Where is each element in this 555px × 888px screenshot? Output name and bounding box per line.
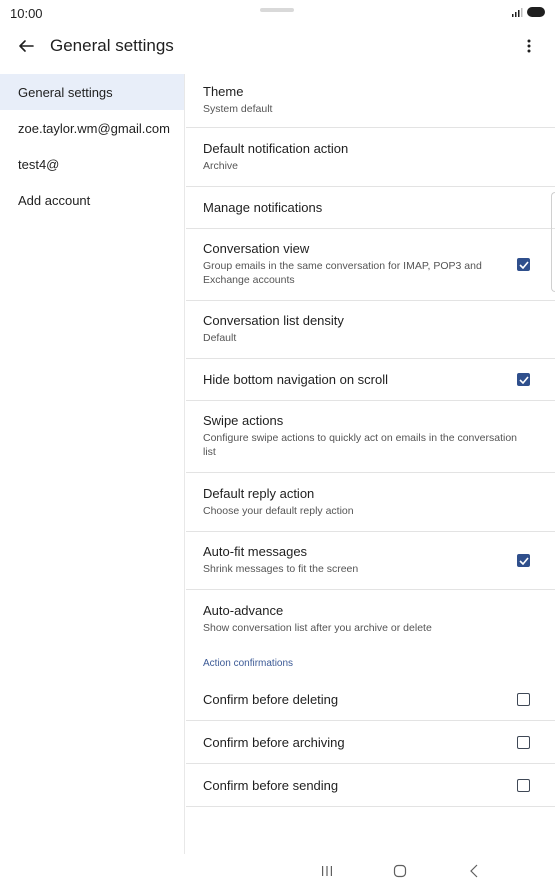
setting-confirm-before-deleting[interactable]: Confirm before deleting: [186, 678, 555, 721]
setting-conversation-view[interactable]: Conversation view Group emails in the sa…: [186, 229, 555, 301]
setting-confirm-before-archiving[interactable]: Confirm before archiving: [186, 721, 555, 764]
setting-subtitle: System default: [203, 103, 273, 116]
conversation-view-checkbox[interactable]: [517, 258, 530, 271]
app-bar: General settings: [0, 28, 555, 64]
camera-notch: [260, 8, 294, 12]
setting-title: Theme: [203, 84, 244, 100]
setting-title: Hide bottom navigation on scroll: [203, 372, 388, 387]
page-title: General settings: [50, 36, 174, 55]
home-button[interactable]: [391, 862, 409, 880]
setting-title: Manage notifications: [203, 200, 323, 215]
setting-subtitle: Configure swipe actions to quickly act o…: [203, 432, 517, 458]
setting-title: Default notification action: [203, 140, 349, 156]
account-sidebar: General settings zoe.taylor.wm@gmail.com…: [0, 74, 185, 854]
setting-title: Auto-advance: [203, 602, 284, 618]
setting-title: Confirm before archiving: [203, 734, 345, 750]
sidebar-item-account-test4[interactable]: test4@: [0, 146, 184, 182]
system-navigation-bar: [0, 854, 555, 888]
back-button[interactable]: [14, 34, 38, 58]
setting-hide-bottom-navigation[interactable]: Hide bottom navigation on scroll: [186, 359, 555, 401]
setting-conversation-list-density[interactable]: Conversation list density Default: [186, 301, 555, 359]
setting-title: Auto-fit messages: [203, 544, 308, 560]
setting-default-reply-action[interactable]: Default reply action Choose your default…: [186, 473, 555, 532]
check-icon: [518, 260, 529, 269]
hide-bottom-navigation-checkbox[interactable]: [517, 373, 530, 386]
setting-title: Conversation list density: [203, 313, 344, 329]
status-icons: [511, 7, 545, 17]
setting-title: Swipe actions: [203, 413, 284, 429]
check-icon: [518, 375, 529, 384]
setting-subtitle: Default: [203, 332, 237, 345]
setting-title: Default reply action: [203, 485, 315, 501]
setting-confirm-before-sending[interactable]: Confirm before sending: [186, 764, 555, 807]
scroll-handle[interactable]: [551, 192, 555, 292]
setting-subtitle: Choose your default reply action: [203, 504, 354, 517]
status-time: 10:00: [10, 6, 43, 21]
setting-title: Confirm before sending: [203, 777, 339, 793]
sidebar-item-account-zoe[interactable]: zoe.taylor.wm@gmail.com: [0, 110, 184, 146]
setting-subtitle: Show conversation list after you archive…: [203, 621, 432, 634]
setting-auto-advance[interactable]: Auto-advance Show conversation list afte…: [186, 590, 555, 648]
setting-title: Conversation view: [203, 241, 310, 257]
setting-subtitle: Group emails in the same conversation fo…: [203, 260, 482, 286]
setting-theme[interactable]: Theme System default: [186, 74, 555, 128]
check-icon: [518, 556, 529, 565]
sidebar-item-label: General settings: [18, 84, 113, 100]
setting-auto-fit-messages[interactable]: Auto-fit messages Shrink messages to fit…: [186, 532, 555, 590]
home-icon: [393, 864, 407, 878]
recents-button[interactable]: [318, 862, 336, 880]
auto-fit-messages-checkbox[interactable]: [517, 554, 530, 567]
signal-icon: [512, 8, 523, 17]
settings-list: Theme System default Default notificatio…: [186, 74, 555, 807]
more-options-button[interactable]: [517, 34, 541, 58]
battery-icon: [527, 7, 545, 17]
section-header-action-confirmations: Action confirmations: [203, 658, 294, 669]
setting-manage-notifications[interactable]: Manage notifications: [186, 187, 555, 229]
setting-title: Confirm before deleting: [203, 691, 339, 707]
nav-back-button[interactable]: [465, 862, 483, 880]
sidebar-item-add-account[interactable]: Add account: [0, 182, 184, 218]
confirm-before-sending-checkbox[interactable]: [517, 778, 530, 792]
sidebar-item-label: zoe.taylor.wm@gmail.com: [18, 120, 170, 136]
status-bar: 10:00: [0, 0, 555, 26]
nav-back-icon: [470, 864, 478, 878]
sidebar-item-label: Add account: [18, 192, 91, 208]
setting-swipe-actions[interactable]: Swipe actions Configure swipe actions to…: [186, 401, 555, 473]
setting-default-notification-action[interactable]: Default notification action Archive: [186, 128, 555, 187]
sidebar-item-label: test4@: [18, 156, 60, 172]
arrow-back-icon: [19, 40, 34, 52]
confirm-before-deleting-checkbox[interactable]: [517, 692, 530, 706]
setting-subtitle: Archive: [203, 159, 239, 172]
confirm-before-archiving-checkbox[interactable]: [517, 735, 530, 749]
sidebar-item-general-settings[interactable]: General settings: [0, 74, 184, 110]
recents-icon: [322, 866, 332, 876]
more-vert-icon: [527, 39, 531, 53]
setting-subtitle: Shrink messages to fit the screen: [203, 563, 359, 576]
